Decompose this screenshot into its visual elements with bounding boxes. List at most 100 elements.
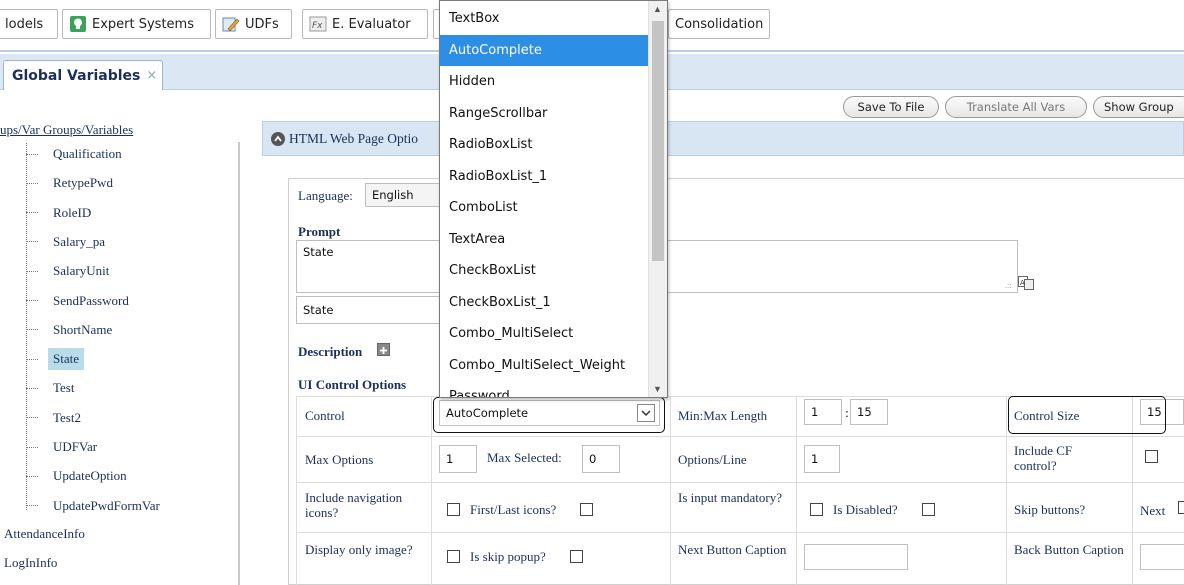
tree-item[interactable]: Qualification (26, 142, 122, 166)
min-max-length-label: Min:Max Length (678, 408, 768, 423)
input-mandatory-checkbox[interactable] (810, 503, 823, 516)
dropdown-option[interactable]: CheckBoxList_1 (440, 287, 649, 318)
evaluator-button[interactable]: Fx E. Evaluator (302, 9, 428, 39)
grid-line (670, 396, 671, 585)
expert-systems-button[interactable]: Expert Systems (62, 9, 211, 39)
tree-item[interactable]: UpdatePwdFormVar (26, 494, 160, 518)
short-caption-value: State (303, 303, 334, 317)
next-button-caption-label: Next Button Caption (678, 542, 787, 557)
tree-item-label: ShortName (53, 321, 113, 337)
skip-popup-label: Is skip popup? (470, 549, 546, 564)
tree-root-link[interactable]: ups/Var Groups/Variables (0, 122, 133, 138)
min-length-value: 1 (811, 405, 819, 419)
grid-line (296, 482, 1184, 483)
tree-group[interactable]: AttendanceInfo (4, 526, 85, 542)
lightbulb-icon (69, 15, 87, 33)
grid-line (431, 396, 432, 585)
expand-plus-icon[interactable] (377, 343, 390, 356)
dropdown-option[interactable]: Hidden (440, 66, 649, 97)
skip-buttons-checkbox[interactable] (1178, 501, 1184, 514)
next-button-caption-input[interactable] (804, 544, 908, 570)
options-header-title: HTML Web Page Optio (289, 130, 419, 146)
tree-item[interactable]: RoleID (26, 201, 91, 225)
tree-item-label: UpdateOption (53, 468, 127, 484)
tree-item-label: Test (53, 380, 75, 396)
skip-popup-checkbox[interactable] (570, 550, 583, 563)
save-to-file-button[interactable]: Save To File (843, 96, 939, 118)
include-cf-label: Include CF control? (1014, 443, 1073, 473)
dropdown-option[interactable]: Combo_MultiSelect (440, 318, 649, 349)
dropdown-option[interactable]: RadioBoxList_1 (440, 161, 649, 192)
colon-separator: : (845, 406, 849, 420)
translate-all-vars-button[interactable]: Translate All Vars (945, 96, 1087, 118)
resize-grip-icon[interactable]: .:: (1005, 281, 1011, 290)
max-selected-input[interactable]: 0 (582, 445, 620, 473)
display-only-image-checkbox[interactable] (447, 550, 460, 563)
tree-item[interactable]: SalaryUnit (26, 259, 109, 283)
fx-icon: Fx (309, 15, 327, 33)
control-dropdown-list[interactable]: TextBox AutoComplete Hidden RangeScrollbar R… (439, 0, 668, 398)
language-select[interactable]: English (365, 183, 445, 207)
dropdown-option[interactable]: AutoComplete (440, 34, 649, 66)
back-button-caption-label: Back Button Caption (1014, 542, 1124, 557)
tree-item[interactable]: Test (26, 376, 74, 400)
back-button-caption-input[interactable] (1140, 544, 1184, 570)
max-length-input[interactable]: 15 (850, 399, 888, 425)
options-section-header[interactable]: HTML Web Page Optio (262, 121, 1184, 156)
max-options-input[interactable]: 1 (439, 445, 477, 473)
tree-item[interactable]: SendPassword (26, 289, 129, 313)
short-caption-input[interactable]: State (296, 296, 446, 324)
scroll-up-icon[interactable]: ▲ (653, 4, 662, 14)
tree-item[interactable]: UpdateOption (26, 464, 127, 488)
tab-global-variables[interactable]: Global Variables × (3, 60, 163, 90)
models-button[interactable]: lodels (0, 9, 58, 39)
include-navigation-checkbox[interactable] (447, 503, 460, 516)
dropdown-option[interactable]: RangeScrollbar (440, 98, 649, 129)
language-label: Language: (298, 188, 353, 203)
control-size-highlight (1008, 396, 1166, 434)
tree-item-label: Qualification (53, 146, 122, 161)
tree-item-label: Test2 (53, 409, 81, 425)
udfs-button[interactable]: UDFs (215, 9, 292, 39)
tree-item[interactable]: Test2 (26, 406, 81, 430)
tree-group[interactable]: LogInInfo (4, 555, 57, 571)
tree-item[interactable]: RetypePwd (26, 171, 113, 195)
consolidation-button[interactable]: Consolidation (668, 9, 770, 39)
consolidation-label: Consolidation (675, 16, 764, 32)
dropdown-option[interactable]: TextBox (440, 3, 649, 34)
dropdown-option[interactable]: TextArea (440, 224, 649, 255)
dropdown-option[interactable]: Password (440, 381, 649, 397)
pencil-icon (222, 15, 240, 33)
min-length-input[interactable]: 1 (804, 399, 842, 425)
translate-icon[interactable]: A (1018, 276, 1034, 290)
tree-connector (26, 475, 38, 477)
prompt-value: State (303, 245, 334, 259)
tree-connector (26, 212, 38, 214)
scroll-down-icon[interactable]: ▼ (653, 384, 662, 394)
collapse-icon[interactable] (271, 131, 285, 146)
dropdown-option[interactable]: ComboList (440, 192, 649, 223)
dropdown-option[interactable]: CheckBoxList (440, 255, 649, 286)
dropdown-option[interactable]: RadioBoxList (440, 129, 649, 160)
ui-control-options-label: UI Control Options (298, 377, 407, 392)
is-disabled-checkbox[interactable] (922, 503, 935, 516)
scrollbar-thumb[interactable] (652, 21, 664, 261)
splitter[interactable] (238, 142, 240, 585)
include-cf-checkbox[interactable] (1145, 450, 1158, 463)
tree-item[interactable]: UDFVar (26, 435, 97, 459)
tree-connector (26, 446, 38, 448)
dropdown-scrollbar[interactable]: ▲ ▼ (648, 1, 667, 397)
tree-item[interactable]: State (26, 347, 84, 371)
tree-item[interactable]: Salary_pa (26, 230, 105, 254)
udfs-label: UDFs (245, 16, 279, 32)
tree-item[interactable]: ShortName (26, 318, 112, 342)
show-groups-button[interactable]: Show Group (1093, 96, 1184, 118)
options-per-line-input[interactable]: 1 (804, 445, 840, 473)
expert-systems-label: Expert Systems (92, 16, 194, 32)
tree-connector (26, 182, 38, 184)
first-last-icons-checkbox[interactable] (580, 503, 593, 516)
close-icon[interactable]: × (146, 68, 157, 83)
svg-text:Fx: Fx (312, 21, 323, 31)
dropdown-option[interactable]: Combo_MultiSelect_Weight (440, 350, 649, 381)
tree-item-label: RoleID (53, 204, 92, 220)
